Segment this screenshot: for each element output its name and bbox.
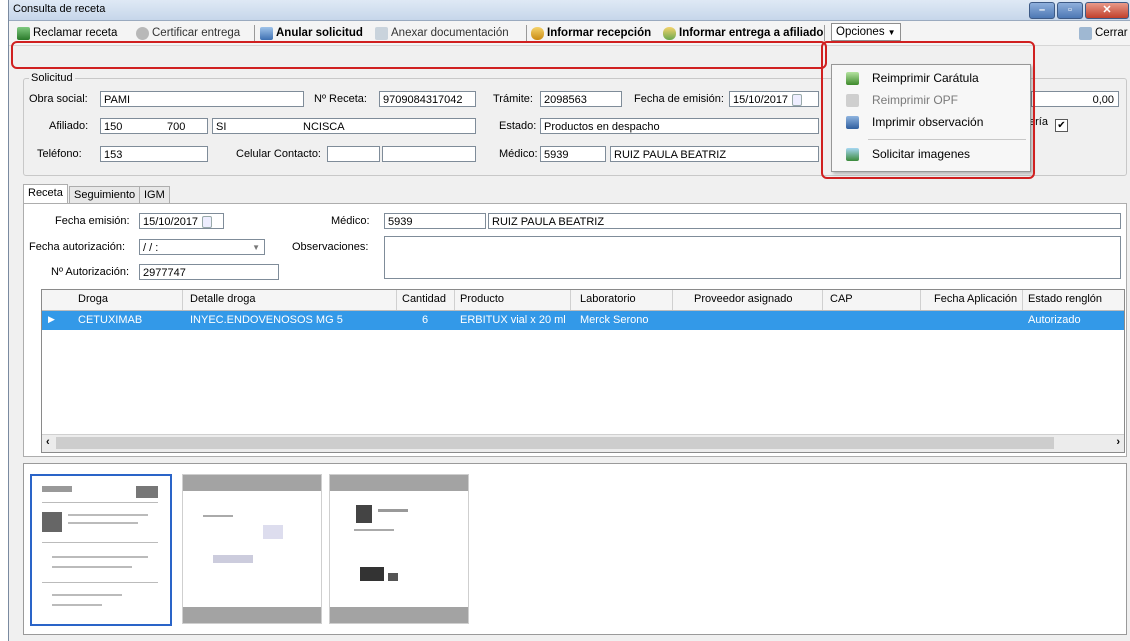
tab-seguimiento[interactable]: Seguimiento <box>69 186 141 204</box>
receta-medico-nombre-field[interactable]: RUIZ PAULA BEATRIZ <box>488 213 1121 229</box>
gear-icon <box>136 26 149 40</box>
image-thumbnails <box>23 463 1127 635</box>
package-deliver-icon <box>663 26 676 40</box>
scroll-right-icon[interactable]: › <box>1116 436 1120 448</box>
fecha-emision-label: Fecha de emisión: <box>634 93 724 105</box>
nro-receta-label: Nº Receta: <box>314 93 367 105</box>
close-button[interactable]: ✕ <box>1085 2 1129 19</box>
toolbar-highlight <box>11 41 827 69</box>
window-title: Consulta de receta <box>13 3 106 15</box>
nro-autorizacion-label: Nº Autorización: <box>51 266 129 278</box>
exit-door-icon <box>1079 26 1092 40</box>
document-page-image <box>350 505 450 595</box>
chevron-down-icon: ▼ <box>887 27 896 37</box>
observaciones-label: Observaciones: <box>292 241 369 253</box>
row-pointer-icon: ▶ <box>48 314 55 324</box>
tab-igm[interactable]: IGM <box>139 186 170 204</box>
fecha-emision-field[interactable]: 15/10/2017 <box>729 91 819 107</box>
calendar-icon <box>792 94 803 106</box>
col-estado-renglon[interactable]: Estado renglón <box>1028 293 1102 305</box>
telefono-label: Teléfono: <box>37 148 82 160</box>
horizontal-scrollbar[interactable]: ‹ › <box>42 434 1124 452</box>
obra-social-label: Obra social: <box>29 93 88 105</box>
grid-header: Droga Detalle droga Cantidad Producto La… <box>42 290 1124 311</box>
medico-cod-field[interactable]: 5939 <box>540 146 606 162</box>
tramite-label: Trámite: <box>493 93 533 105</box>
scroll-left-icon[interactable]: ‹ <box>46 436 50 448</box>
celular-label: Celular Contacto: <box>236 148 321 160</box>
scroll-thumb[interactable] <box>56 437 1054 449</box>
main-window: Consulta de receta – ▫ ✕ Reclamar receta… <box>8 0 1130 641</box>
chevron-down-icon: ▼ <box>252 243 260 252</box>
medico-label: Médico: <box>499 148 538 160</box>
col-droga[interactable]: Droga <box>78 293 108 305</box>
receta-medico-label: Médico: <box>331 215 370 227</box>
tab-receta[interactable]: Receta <box>23 184 68 205</box>
informar-entrega-button[interactable]: Informar entrega a afiliado <box>663 25 823 41</box>
calendar-icon <box>202 216 213 228</box>
col-producto[interactable]: Producto <box>460 293 504 305</box>
anular-solicitud-button[interactable]: Anular solicitud <box>260 25 363 41</box>
thumbnail-2[interactable] <box>182 474 322 624</box>
document-page-image <box>42 486 158 612</box>
col-fecha-aplicacion[interactable]: Fecha Aplicación <box>934 293 1017 305</box>
menu-highlight <box>821 41 1035 179</box>
celular-area-field[interactable] <box>327 146 380 162</box>
certificar-entrega-button[interactable]: Certificar entrega <box>136 25 240 41</box>
tramite-field[interactable]: 2098563 <box>540 91 622 107</box>
monto-field[interactable]: 0,00 <box>1031 91 1119 107</box>
maximize-button[interactable]: ▫ <box>1057 2 1083 19</box>
col-laboratorio[interactable]: Laboratorio <box>580 293 636 305</box>
eria-checkbox[interactable]: ✔ <box>1055 119 1068 132</box>
celular-field[interactable] <box>382 146 476 162</box>
anexar-documentacion-button[interactable]: Anexar documentación <box>375 25 509 41</box>
attach-document-icon <box>375 26 388 40</box>
afiliado-nro-field[interactable]: 150 700 <box>100 118 208 134</box>
informar-recepcion-button[interactable]: Informar recepción <box>531 25 651 41</box>
opciones-dropdown[interactable]: Opciones ▼ <box>831 23 901 41</box>
receta-fecha-emision-field[interactable]: 15/10/2017 <box>139 213 224 229</box>
observaciones-field[interactable] <box>384 236 1121 279</box>
estado-field[interactable]: Productos en despacho <box>540 118 819 134</box>
afiliado-label: Afiliado: <box>49 120 89 132</box>
thumbnail-3[interactable] <box>329 474 469 624</box>
reclamar-receta-button[interactable]: Reclamar receta <box>17 25 117 41</box>
fecha-autorizacion-field[interactable]: / / : ▼ <box>139 239 265 255</box>
reclamar-icon <box>17 26 30 40</box>
fecha-autorizacion-label: Fecha autorización: <box>29 241 125 253</box>
nro-receta-field[interactable]: 9709084317042 <box>379 91 476 107</box>
solicitud-group-title: Solicitud <box>29 72 75 84</box>
table-row[interactable]: ▶ CETUXIMAB INYEC.ENDOVENOSOS MG 5 6 ERB… <box>42 311 1124 330</box>
col-cantidad[interactable]: Cantidad <box>402 293 446 305</box>
estado-label: Estado: <box>499 120 537 132</box>
receta-medico-cod-field[interactable]: 5939 <box>384 213 486 229</box>
nro-autorizacion-field[interactable]: 2977747 <box>139 264 279 280</box>
afiliado-nombre-field[interactable]: SI NCISCA <box>212 118 476 134</box>
col-cap[interactable]: CAP <box>830 293 853 305</box>
telefono-field[interactable]: 153 <box>100 146 208 162</box>
cerrar-button[interactable]: Cerrar <box>1079 25 1128 41</box>
title-bar: Consulta de receta – ▫ ✕ <box>9 0 1130 21</box>
col-detalle-droga[interactable]: Detalle droga <box>190 293 255 305</box>
package-icon <box>531 26 544 40</box>
document-page-image <box>203 515 293 575</box>
medico-nombre-field[interactable]: RUIZ PAULA BEATRIZ <box>610 146 819 162</box>
obra-social-field[interactable]: PAMI <box>100 91 304 107</box>
document-cancel-icon <box>260 26 273 40</box>
drugs-grid: Droga Detalle droga Cantidad Producto La… <box>41 289 1125 453</box>
receta-fecha-emision-label: Fecha emisión: <box>55 215 130 227</box>
col-proveedor[interactable]: Proveedor asignado <box>694 293 792 305</box>
minimize-button[interactable]: – <box>1029 2 1055 19</box>
thumbnail-1[interactable] <box>30 474 172 626</box>
